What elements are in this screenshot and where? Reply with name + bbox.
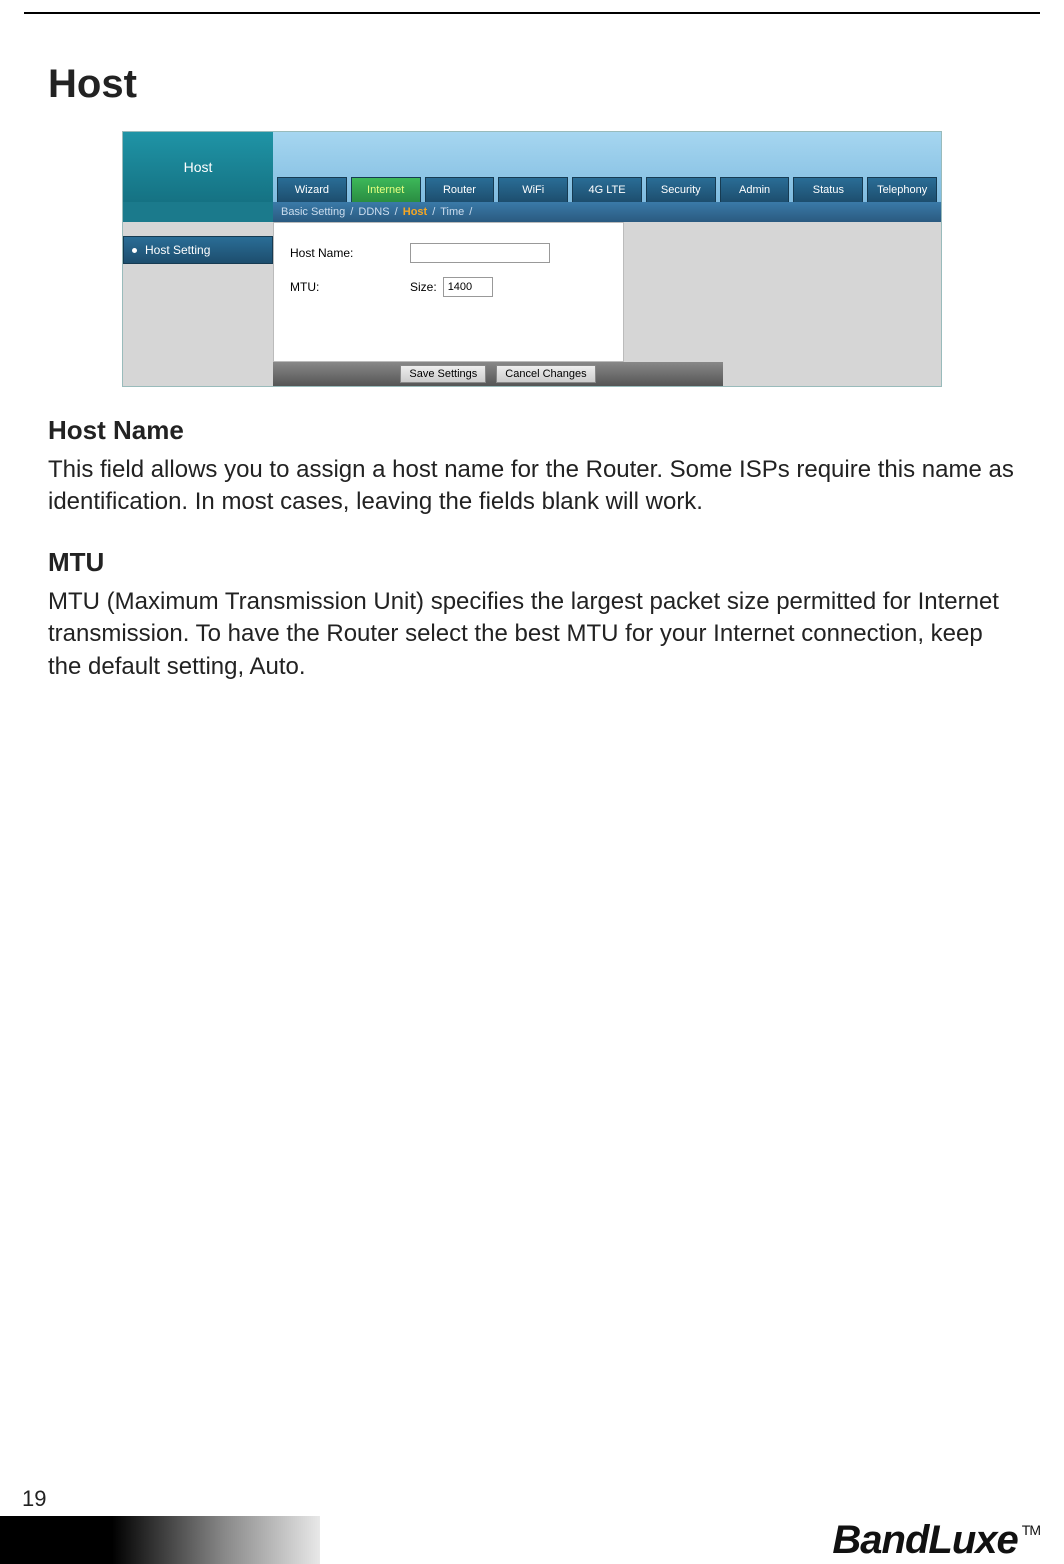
mtu-size-label: Size: [410,280,437,294]
footer-gradient [0,1516,320,1564]
mtu-input[interactable] [443,277,493,297]
save-button[interactable]: Save Settings [400,365,486,383]
tab-admin[interactable]: Admin [720,177,790,202]
bullet-icon [132,248,137,253]
host-setting-form: Host Name: MTU: Size: [273,222,624,362]
brand-logo: BandLuxe TM [832,1518,1040,1563]
mtu-body: MTU (Maximum Transmission Unit) specifie… [48,586,1016,683]
page-number: 19 [0,1486,1064,1516]
subnav-host[interactable]: Host [403,206,427,218]
page-title: Host [48,62,1016,107]
tab-telephony[interactable]: Telephony [867,177,937,202]
cancel-button[interactable]: Cancel Changes [496,365,595,383]
trademark-symbol: TM [1022,1522,1040,1538]
sub-nav: Basic Setting / DDNS / Host / Time / [273,202,941,222]
hostname-body: This field allows you to assign a host n… [48,454,1016,519]
hostname-label: Host Name: [290,246,410,260]
sidebar-item-label: Host Setting [145,243,210,257]
button-bar: Save Settings Cancel Changes [273,362,723,386]
tab-internet[interactable]: Internet [351,177,421,202]
subnav-time[interactable]: Time [440,206,464,218]
tab-wizard[interactable]: Wizard [277,177,347,202]
router-ui-screenshot: Host Wizard Internet Router WiFi 4G LTE … [122,131,942,387]
page-footer: 19 BandLuxe TM [0,1486,1064,1564]
tab-router[interactable]: Router [425,177,495,202]
mtu-label: MTU: [290,280,410,294]
subnav-ddns[interactable]: DDNS [358,206,389,218]
hostname-input[interactable] [410,243,550,263]
tab-security[interactable]: Security [646,177,716,202]
tab-status[interactable]: Status [793,177,863,202]
sidebar-item-host-setting[interactable]: Host Setting [123,236,273,264]
tab-wifi[interactable]: WiFi [498,177,568,202]
subnav-basic-setting[interactable]: Basic Setting [281,206,345,218]
header-section-label: Host [123,132,273,202]
mtu-heading: MTU [48,547,1016,578]
main-tabs: Wizard Internet Router WiFi 4G LTE Secur… [273,177,941,202]
tab-4glte[interactable]: 4G LTE [572,177,642,202]
hostname-heading: Host Name [48,415,1016,446]
